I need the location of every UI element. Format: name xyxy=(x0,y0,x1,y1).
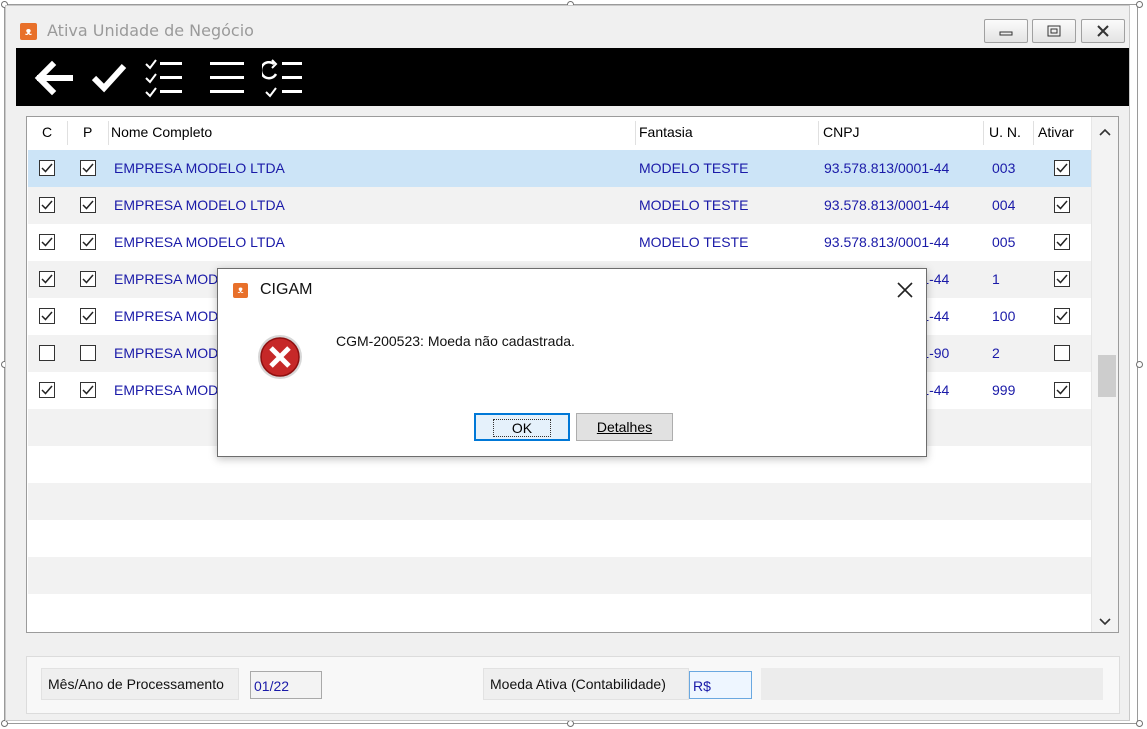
column-divider[interactable] xyxy=(108,121,109,145)
error-dialog: ᴥ CIGAM CGM-200523: Moeda não cadastrada… xyxy=(217,268,927,457)
cell-fantasia: MODELO TESTE xyxy=(639,160,749,176)
dialog-title: CIGAM xyxy=(260,281,313,298)
checkbox-c[interactable] xyxy=(39,308,55,324)
close-dialog-button[interactable] xyxy=(896,281,914,299)
checkbox-p[interactable] xyxy=(80,271,96,287)
checkbox-ativar[interactable] xyxy=(1054,197,1070,213)
maximize-button[interactable] xyxy=(1032,19,1076,43)
list-icon[interactable] xyxy=(206,58,250,98)
table-row[interactable]: EMPRESA MODELO LTDA MODELO TESTE 93.578.81… xyxy=(28,224,1092,261)
column-divider[interactable] xyxy=(635,121,636,145)
cell-nome-completo: EMPRESA MODELO LTDA xyxy=(114,160,285,176)
back-arrow-icon[interactable] xyxy=(32,58,76,98)
scroll-down-icon[interactable] xyxy=(1099,617,1111,627)
refresh-list-icon[interactable] xyxy=(262,58,306,98)
checkbox-c[interactable] xyxy=(39,345,55,361)
period-label: Mês/Ano de Processamento xyxy=(41,668,239,700)
cell-cnpj: 93.578.813/0001-44 xyxy=(824,197,950,213)
checkbox-ativar[interactable] xyxy=(1054,271,1070,287)
resize-handle-bottom-left[interactable] xyxy=(1,720,8,727)
checkbox-c[interactable] xyxy=(39,160,55,176)
table-row[interactable]: EMPRESA MODELO LTDA MODELO TESTE 93.578.81… xyxy=(28,187,1092,224)
period-input[interactable]: 01/22 xyxy=(250,671,322,699)
table-row[interactable] xyxy=(28,520,1092,557)
checkbox-p[interactable] xyxy=(80,308,96,324)
table-row[interactable] xyxy=(28,483,1092,520)
footer-panel: Mês/Ano de Processamento 01/22 Moeda Ati… xyxy=(26,656,1120,714)
column-header-ativar[interactable]: Ativar xyxy=(1038,117,1074,147)
close-icon xyxy=(1097,25,1109,37)
details-button[interactable]: Detalhes xyxy=(576,413,673,441)
checkbox-c[interactable] xyxy=(39,234,55,250)
cell-cnpj: 93.578.813/0001-44 xyxy=(824,160,950,176)
column-divider[interactable] xyxy=(818,121,819,145)
close-window-button[interactable] xyxy=(1081,19,1125,43)
resize-handle-top-right[interactable] xyxy=(1136,1,1143,8)
ok-button-label: OK xyxy=(492,419,552,437)
maximize-icon xyxy=(1047,25,1061,37)
cell-fantasia: MODELO TESTE xyxy=(639,197,749,213)
title-bar: ᴥ Ativa Unidade de Negócio xyxy=(6,6,1129,48)
minimize-icon xyxy=(999,31,1013,36)
check-list-icon[interactable] xyxy=(142,58,186,98)
table-row[interactable]: EMPRESA MODELO LTDA MODELO TESTE 93.578.81… xyxy=(28,150,1092,187)
table-row[interactable] xyxy=(28,594,1092,631)
cell-un: 2 xyxy=(992,345,1000,361)
column-divider[interactable] xyxy=(1033,121,1034,145)
column-divider[interactable] xyxy=(67,121,68,145)
column-header-c[interactable]: C xyxy=(42,117,52,147)
cigam-logo-icon: ᴥ xyxy=(233,283,248,298)
grid-scrollbar[interactable] xyxy=(1091,117,1118,632)
checkbox-ativar[interactable] xyxy=(1054,345,1070,361)
cell-un: 1 xyxy=(992,271,1000,287)
table-row[interactable] xyxy=(28,557,1092,594)
column-divider[interactable] xyxy=(983,121,984,145)
checkbox-p[interactable] xyxy=(80,345,96,361)
checkbox-c[interactable] xyxy=(39,382,55,398)
checkbox-ativar[interactable] xyxy=(1054,382,1070,398)
cell-un: 100 xyxy=(992,308,1016,324)
checkbox-p[interactable] xyxy=(80,382,96,398)
window-title: Ativa Unidade de Negócio xyxy=(47,21,254,40)
minimize-button[interactable] xyxy=(984,19,1028,43)
column-header-p[interactable]: P xyxy=(83,117,92,147)
scroll-thumb[interactable] xyxy=(1098,355,1116,397)
ok-button[interactable]: OK xyxy=(474,413,570,441)
cell-un: 005 xyxy=(992,234,1016,250)
checkbox-p[interactable] xyxy=(80,160,96,176)
checkbox-p[interactable] xyxy=(80,234,96,250)
cell-nome-completo: EMPRESA MODELO LTDA xyxy=(114,234,285,250)
currency-description xyxy=(761,668,1103,700)
resize-handle-right[interactable] xyxy=(1136,361,1143,368)
resize-handle-bottom[interactable] xyxy=(567,720,574,727)
checkbox-ativar[interactable] xyxy=(1054,308,1070,324)
column-header-cnpj[interactable]: CNPJ xyxy=(823,117,860,147)
checkbox-ativar[interactable] xyxy=(1054,234,1070,250)
currency-input[interactable]: R$ xyxy=(689,671,752,699)
column-header-fantasia[interactable]: Fantasia xyxy=(639,117,693,147)
scroll-up-icon[interactable] xyxy=(1099,127,1111,137)
column-header-un[interactable]: U. N. xyxy=(989,117,1021,147)
currency-label: Moeda Ativa (Contabilidade) xyxy=(483,668,689,700)
error-icon xyxy=(258,335,302,379)
cell-cnpj: 93.578.813/0001-44 xyxy=(824,234,950,250)
cell-fantasia: MODELO TESTE xyxy=(639,234,749,250)
confirm-check-icon[interactable] xyxy=(88,58,132,98)
dialog-message: CGM-200523: Moeda não cadastrada. xyxy=(336,333,575,349)
checkbox-c[interactable] xyxy=(39,197,55,213)
cell-un: 999 xyxy=(992,382,1016,398)
cell-nome-completo: EMPRESA MODELO LTDA xyxy=(114,197,285,213)
cigam-logo-icon: ᴥ xyxy=(20,23,37,40)
resize-handle-bottom-right[interactable] xyxy=(1136,720,1143,727)
checkbox-c[interactable] xyxy=(39,271,55,287)
checkbox-ativar[interactable] xyxy=(1054,160,1070,176)
toolbar xyxy=(16,48,1129,106)
cell-un: 003 xyxy=(992,160,1016,176)
column-header-nome-completo[interactable]: Nome Completo xyxy=(111,117,212,147)
checkbox-p[interactable] xyxy=(80,197,96,213)
details-button-label: Detalhes xyxy=(596,419,653,435)
cell-un: 004 xyxy=(992,197,1016,213)
